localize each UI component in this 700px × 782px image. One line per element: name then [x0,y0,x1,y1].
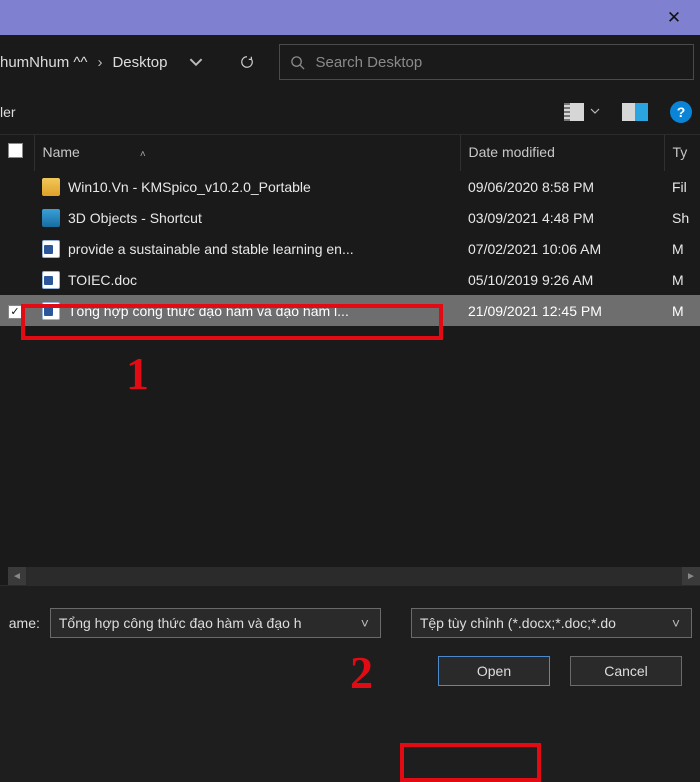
row-checkbox-cell[interactable] [0,233,34,264]
details-view-icon [564,103,584,121]
column-header-type[interactable]: Ty [664,135,700,171]
row-checkbox-cell[interactable] [0,264,34,295]
view-mode-button[interactable] [564,103,600,121]
row-type-cell: M [664,295,700,326]
column-header-name[interactable]: Name˄ [34,135,460,171]
toolbar-left-fragment: ler [0,104,16,120]
row-name-cell[interactable]: TOIEC.doc [34,264,460,295]
row-checkbox-cell[interactable] [0,202,34,233]
row-checkbox-cell[interactable] [0,171,34,202]
refresh-icon [240,55,254,69]
checkbox-checked-icon: ✓ [8,305,22,319]
window-titlebar: ✕ [0,0,700,35]
address-bar-row: humNhum ^^ › Desktop Search Desktop [0,35,700,89]
row-name-cell[interactable]: provide a sustainable and stable learnin… [34,233,460,264]
3d-icon [42,209,60,227]
chevron-down-icon: ˅ [354,615,376,631]
doc-icon [42,302,60,320]
breadcrumb-dropdown[interactable] [177,35,215,89]
table-row[interactable]: provide a sustainable and stable learnin… [0,233,700,264]
refresh-button[interactable] [225,35,269,89]
help-icon: ? [677,104,686,120]
preview-pane-button[interactable] [622,103,648,121]
checkbox-icon [8,143,23,158]
row-type-cell: M [664,264,700,295]
annotation-label-2: 2 [350,646,373,699]
close-icon: ✕ [667,8,681,28]
filename-value: Tổng hợp công thức đạo hàm và đạo h [59,615,354,631]
breadcrumb[interactable]: humNhum ^^ › Desktop [0,35,167,89]
row-date-cell: 03/09/2021 4:48 PM [460,202,664,233]
row-name-text: Tổng hợp công thức đạo hàm và đạo hàm l.… [68,303,349,319]
scroll-left-icon[interactable]: ◄ [8,567,26,585]
column-header-row: Name˄ Date modified Ty [0,135,700,171]
chevron-right-icon: › [97,54,102,71]
row-date-cell: 09/06/2020 8:58 PM [460,171,664,202]
chevron-down-icon: ˅ [665,615,687,631]
file-table: Name˄ Date modified Ty Win10.Vn - KMSpic… [0,135,700,326]
row-name-text: provide a sustainable and stable learnin… [68,241,354,257]
filename-label: ame: [0,615,40,631]
row-date-cell: 05/10/2019 9:26 AM [460,264,664,295]
doc-icon [42,271,60,289]
row-name-cell[interactable]: Win10.Vn - KMSpico_v10.2.0_Portable [34,171,460,202]
search-icon [290,55,305,70]
dialog-footer: ame: Tổng hợp công thức đạo hàm và đạo h… [0,585,700,709]
folder-icon [42,178,60,196]
table-row[interactable]: TOIEC.doc 05/10/2019 9:26 AMM [0,264,700,295]
help-button[interactable]: ? [670,101,692,123]
chevron-down-icon [590,106,600,116]
scroll-right-icon[interactable]: ► [682,567,700,585]
annotation-label-1: 1 [126,347,149,400]
window-close-button[interactable]: ✕ [648,0,700,35]
row-name-cell[interactable]: 3D Objects - Shortcut [34,202,460,233]
filetype-value: Tệp tùy chỉnh (*.docx;*.doc;*.do [420,615,665,631]
column-header-check[interactable] [0,135,34,171]
search-placeholder: Search Desktop [315,54,422,71]
table-row[interactable]: ✓ Tổng hợp công thức đạo hàm và đạo hàm l… [0,295,700,326]
preview-pane-icon [622,103,648,121]
table-row[interactable]: 3D Objects - Shortcut 03/09/2021 4:48 PMS… [0,202,700,233]
row-date-cell: 07/02/2021 10:06 AM [460,233,664,264]
breadcrumb-segment[interactable]: Desktop [112,54,167,71]
row-type-cell: Sh [664,202,700,233]
open-button[interactable]: Open [438,656,550,686]
dialog-button-row: 2 Open Cancel [0,638,700,698]
row-date-cell: 21/09/2021 12:45 PM [460,295,664,326]
row-name-cell[interactable]: Tổng hợp công thức đạo hàm và đạo hàm l.… [34,295,460,326]
doc-icon [42,240,60,258]
horizontal-scrollbar[interactable]: ◄ ► [8,567,700,585]
breadcrumb-segment[interactable]: humNhum ^^ [0,54,87,71]
filename-combo[interactable]: Tổng hợp công thức đạo hàm và đạo h ˅ [50,608,381,638]
row-name-text: TOIEC.doc [68,272,137,288]
row-type-cell: M [664,233,700,264]
row-name-text: 3D Objects - Shortcut [68,210,202,226]
filetype-combo[interactable]: Tệp tùy chỉnh (*.docx;*.doc;*.do ˅ [411,608,692,638]
row-type-cell: Fil [664,171,700,202]
row-name-text: Win10.Vn - KMSpico_v10.2.0_Portable [68,179,311,195]
chevron-down-icon [189,55,203,69]
annotation-highlight-2 [400,743,541,782]
column-header-date[interactable]: Date modified [460,135,664,171]
search-input[interactable]: Search Desktop [279,44,694,80]
cancel-button[interactable]: Cancel [570,656,682,686]
file-list-area: Name˄ Date modified Ty Win10.Vn - KMSpic… [0,135,700,585]
table-row[interactable]: Win10.Vn - KMSpico_v10.2.0_Portable 09/06… [0,171,700,202]
row-checkbox-cell[interactable]: ✓ [0,295,34,326]
sort-asc-icon: ˄ [140,149,146,160]
toolbar: ler ? [0,89,700,135]
